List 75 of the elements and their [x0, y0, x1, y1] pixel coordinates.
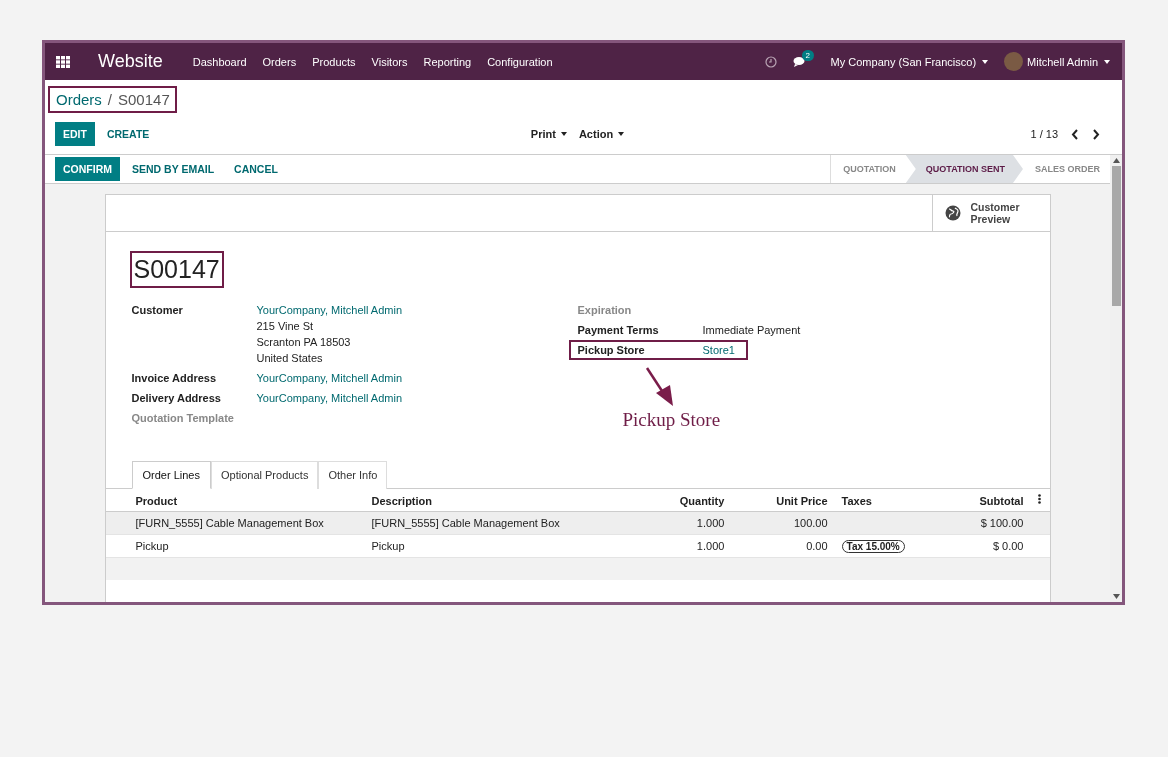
- breadcrumb-separator: /: [107, 91, 112, 108]
- dropdown-button[interactable]: Action: [578, 128, 625, 140]
- table-cell: [FURN_5555] Cable Management Box: [371, 517, 560, 529]
- table-cell: 0.00: [806, 540, 828, 552]
- company-switcher[interactable]: My Company (San Francisco): [830, 55, 989, 68]
- scrollbar-track[interactable]: [1110, 155, 1122, 602]
- table-cell: $ 100.00: [980, 517, 1024, 529]
- status-action-button[interactable]: CANCEL: [226, 157, 286, 181]
- field-link[interactable]: Store1: [702, 342, 735, 358]
- field-label: Pickup Store: [577, 343, 646, 358]
- address-line: United States: [256, 351, 324, 366]
- menu-item[interactable]: Orders: [262, 55, 297, 68]
- stage-step[interactable]: QUOTATION: [831, 155, 906, 183]
- address-line: Scranton PA 18503: [256, 335, 352, 350]
- chat-icon[interactable]: [792, 55, 807, 68]
- field-link[interactable]: YourCompany, Mitchell Admin: [256, 390, 402, 406]
- column-header[interactable]: Description: [371, 494, 432, 507]
- breadcrumb-current: S00147: [118, 91, 170, 108]
- table-cell: 1.000: [696, 517, 725, 529]
- stage-step[interactable]: QUOTATION SENT: [905, 155, 1023, 183]
- field-label: Delivery Address: [131, 391, 222, 406]
- status-action-button[interactable]: SEND BY EMAIL: [124, 157, 223, 181]
- chevron-right-icon[interactable]: [1092, 128, 1100, 140]
- menu-item[interactable]: Visitors: [371, 55, 408, 68]
- notebook-tab[interactable]: Order Lines: [131, 461, 211, 489]
- table-cell: 1.000: [696, 540, 725, 552]
- column-options-icon[interactable]: [1037, 494, 1041, 504]
- scrollbar-thumb[interactable]: [1111, 166, 1121, 306]
- globe-icon: [944, 205, 961, 221]
- order-number-title: S00147: [129, 251, 224, 288]
- table-row[interactable]: Pickup Pickup 1.000 0.00 Tax 15.00% $ 0.00: [105, 534, 1050, 558]
- scroll-down-icon[interactable]: [1112, 594, 1120, 599]
- table-cell: $ 0.00: [992, 540, 1024, 552]
- column-header[interactable]: Quantity: [679, 494, 725, 507]
- annotation-arrow: [644, 367, 675, 407]
- app-name: Website: [98, 51, 163, 72]
- avatar: [1004, 52, 1024, 71]
- annotation-label: Pickup Store: [622, 409, 721, 431]
- field-label: Payment Terms: [577, 323, 660, 338]
- field-label: Invoice Address: [131, 371, 218, 386]
- breadcrumb-link[interactable]: Orders: [56, 91, 102, 108]
- field-link[interactable]: YourCompany, Mitchell Admin: [256, 370, 402, 386]
- toolbar-button[interactable]: CREATE: [98, 122, 158, 146]
- notebook-tab[interactable]: Other Info: [318, 461, 388, 489]
- table-cell: [FURN_5555] Cable Management Box: [135, 517, 324, 529]
- menu-item[interactable]: Reporting: [423, 55, 472, 68]
- field-label: Expiration: [577, 303, 633, 318]
- table-row[interactable]: [FURN_5555] Cable Management Box [FURN_5555] Cable Management Box 1.000 100.00 $ 100.00: [105, 511, 1050, 535]
- stage-step[interactable]: SALES ORDER: [1023, 155, 1110, 183]
- column-header[interactable]: Unit Price: [776, 494, 828, 507]
- column-header[interactable]: Taxes: [841, 494, 872, 507]
- dropdown-button[interactable]: Print: [530, 128, 567, 140]
- table-cell: Pickup: [135, 540, 169, 552]
- chevron-left-icon[interactable]: [1071, 128, 1079, 140]
- apps-grid-icon[interactable]: [56, 55, 70, 68]
- field-link[interactable]: YourCompany, Mitchell Admin: [256, 302, 402, 318]
- toolbar-button[interactable]: EDIT: [55, 122, 95, 146]
- field-label: Customer: [131, 303, 184, 318]
- column-header[interactable]: Subtotal: [979, 494, 1024, 507]
- menu-item[interactable]: Products: [312, 55, 356, 68]
- scroll-up-icon[interactable]: [1112, 158, 1120, 163]
- field-value: Immediate Payment: [702, 323, 801, 338]
- pager-value: 1 / 13: [1030, 128, 1058, 140]
- address-line: 215 Vine St: [256, 319, 315, 334]
- column-header[interactable]: Product: [135, 494, 178, 507]
- table-cell: 100.00: [793, 517, 828, 529]
- notebook-tab[interactable]: Optional Products: [211, 461, 319, 489]
- table-cell: Pickup: [371, 540, 405, 552]
- status-action-button[interactable]: CONFIRM: [55, 157, 120, 181]
- clock-icon[interactable]: [764, 55, 777, 68]
- menu-item[interactable]: Dashboard: [192, 55, 247, 68]
- message-count-badge: 2: [801, 49, 815, 61]
- field-label: Quotation Template: [131, 411, 235, 426]
- menu-item[interactable]: Configuration: [487, 55, 553, 68]
- user-menu[interactable]: Mitchell Admin: [1027, 55, 1110, 68]
